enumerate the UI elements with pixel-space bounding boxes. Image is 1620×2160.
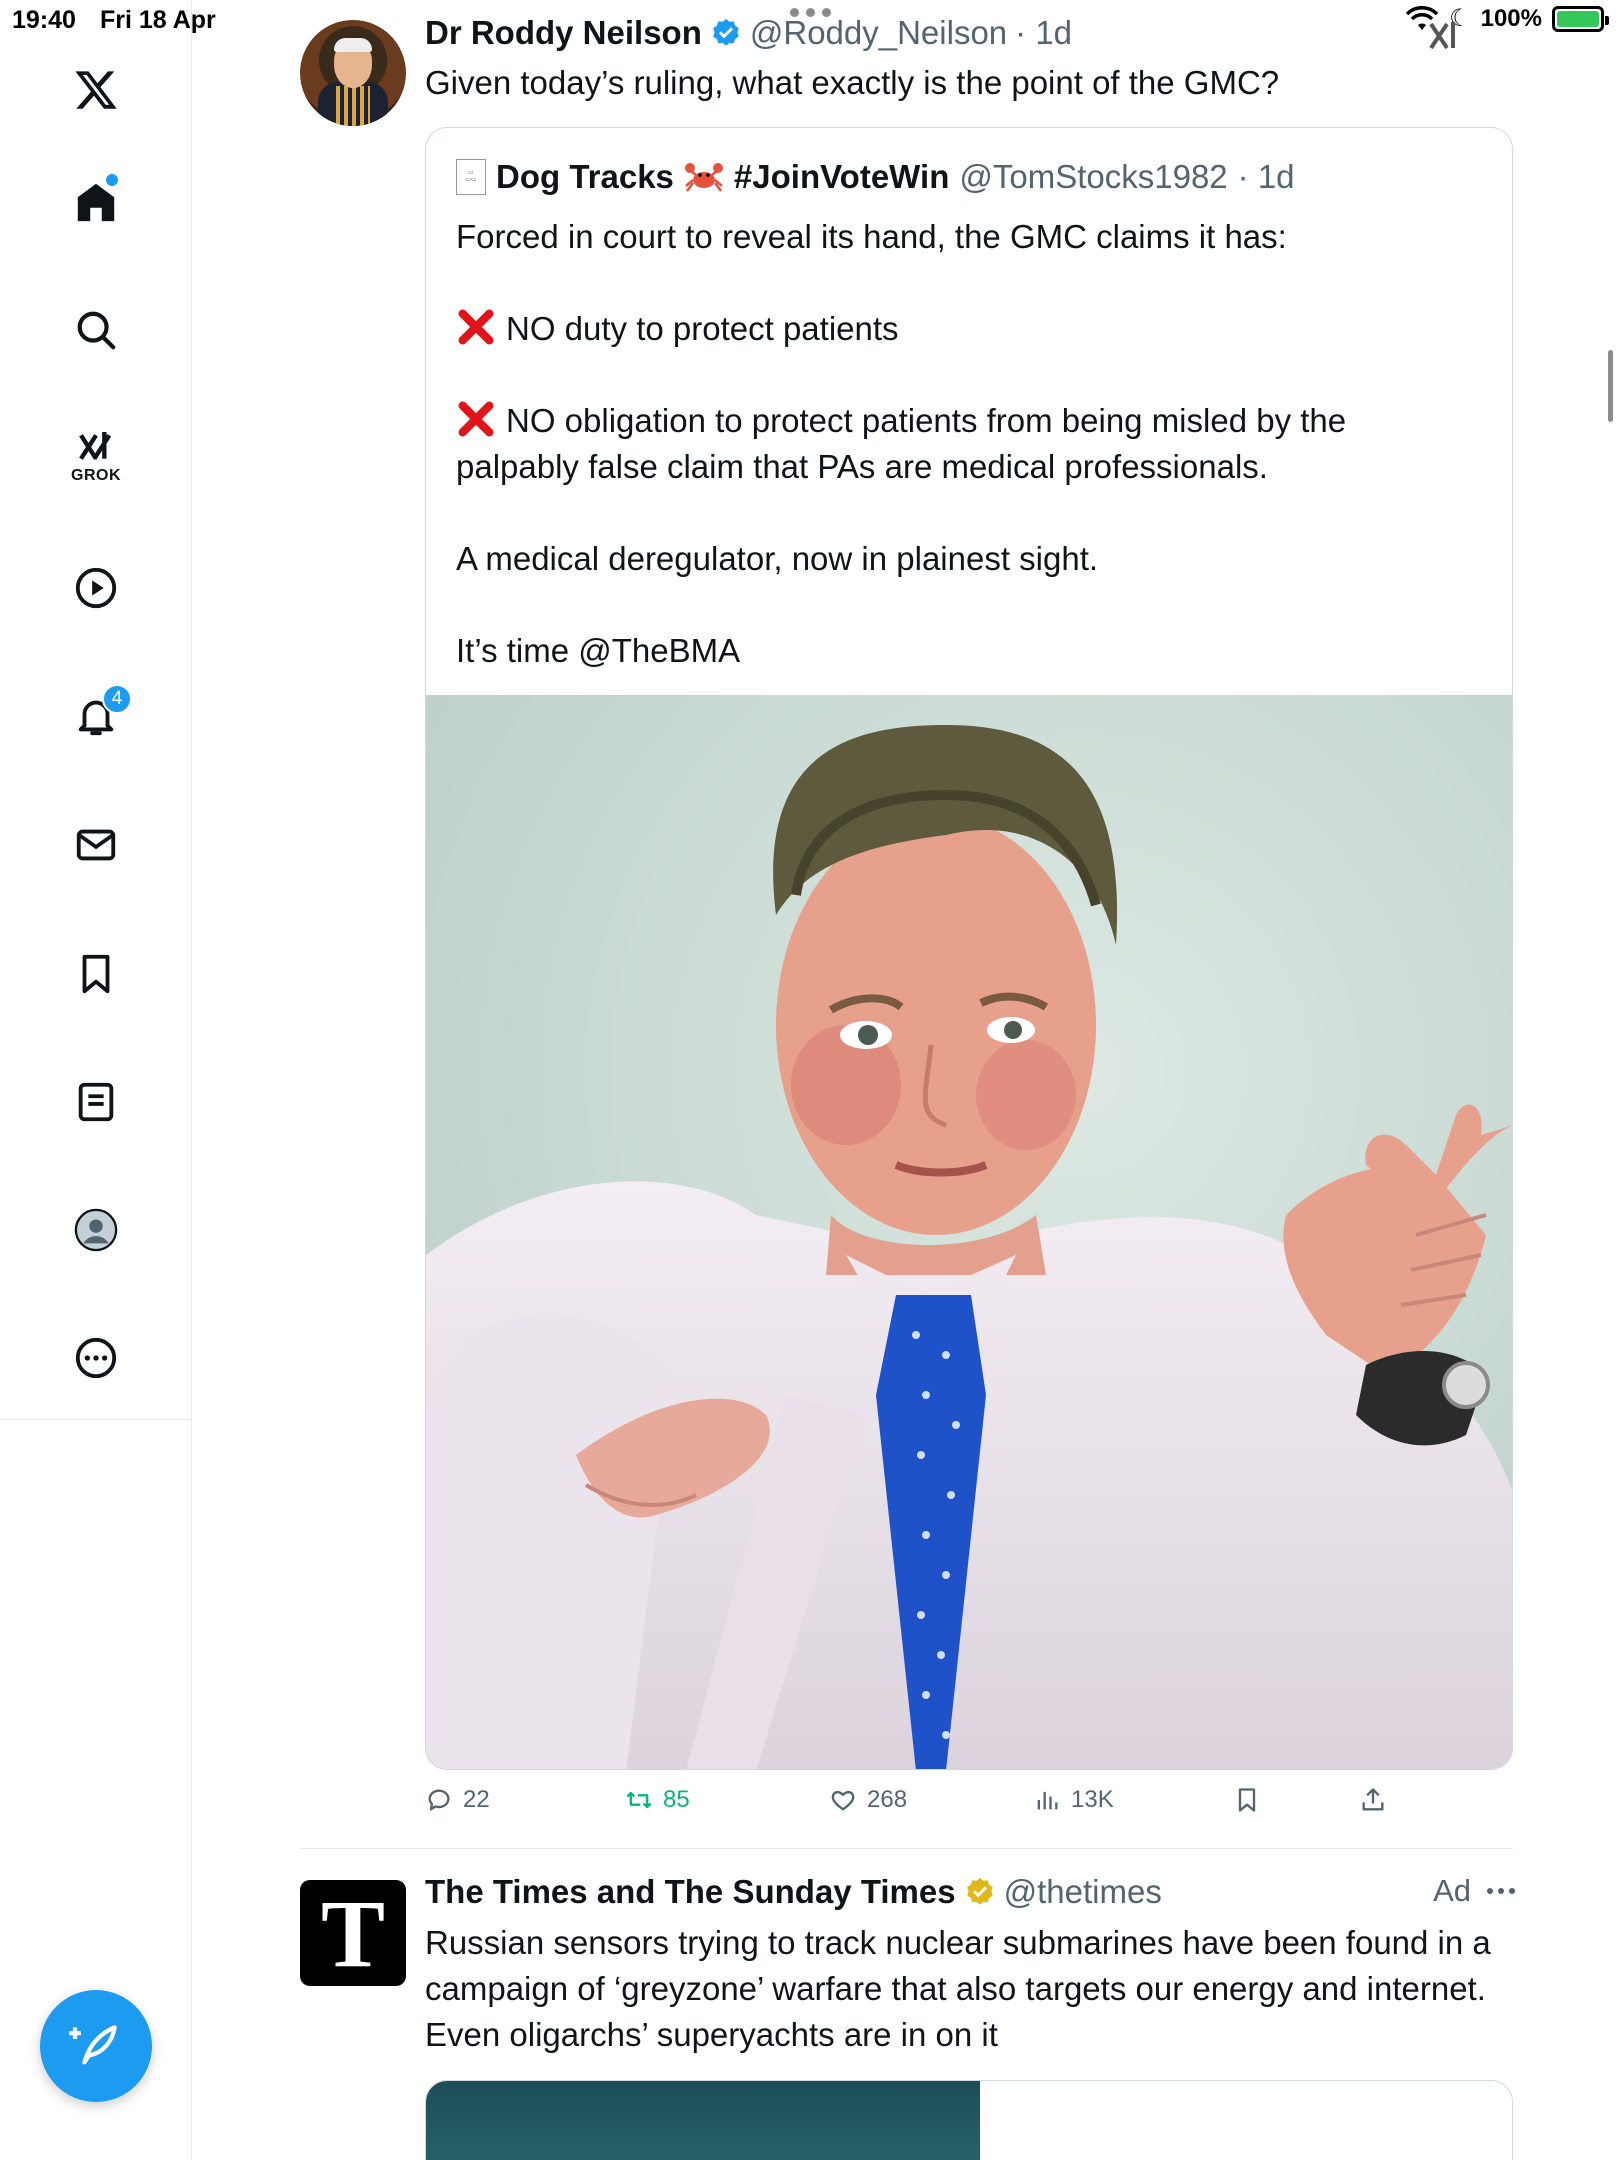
retweet-icon xyxy=(626,1791,652,1809)
x-logo-icon[interactable] xyxy=(56,50,136,130)
heart-icon xyxy=(831,1791,855,1811)
notification-badge: 4 xyxy=(102,684,132,714)
ad-label-area: Ad xyxy=(1433,1873,1515,1909)
quoted-tweet[interactable]: ▭ ▭▭ Dog Tracks #JoinVoteWin @TomStocks19… xyxy=(425,127,1513,1770)
battery-icon xyxy=(1552,5,1609,32)
quote-line-2-text: NO duty to protect patients xyxy=(506,310,899,347)
share-icon xyxy=(1362,1788,1384,1811)
red-x-icon xyxy=(458,401,494,437)
quote-time[interactable]: · 1d xyxy=(1238,158,1295,196)
ad-author-handle[interactable]: @thetimes xyxy=(1004,1873,1162,1911)
sidebar-item-messages[interactable] xyxy=(56,805,136,885)
search-icon xyxy=(77,311,116,350)
quote-author-name[interactable]: Dog Tracks xyxy=(496,158,674,196)
sidebar-item-bookmarks[interactable] xyxy=(56,934,136,1014)
tweet-time[interactable]: · 1d xyxy=(1015,14,1072,52)
sidebar-item-profile[interactable] xyxy=(56,1190,136,1270)
envelope-icon xyxy=(76,829,116,861)
times-avatar[interactable]: T xyxy=(300,1880,406,1987)
battery-percent: 100% xyxy=(1480,4,1542,32)
share-button[interactable] xyxy=(1359,1786,1387,1814)
tweet-actions: 22 85 268 13K xyxy=(425,1786,1425,1826)
ad-label: Ad xyxy=(1433,1873,1471,1908)
quote-author-handle[interactable]: @TomStocks1982 xyxy=(959,158,1227,196)
compose-button[interactable] xyxy=(40,1990,152,2102)
quote-line-2: NO duty to protect patients xyxy=(456,306,1476,352)
sidebar-item-home[interactable] xyxy=(56,162,136,242)
quote-photo[interactable] xyxy=(426,695,1512,1769)
retweet-button[interactable]: 85 xyxy=(625,1786,690,1814)
ad-tweet-text: Russian sensors trying to track nuclear … xyxy=(425,1924,1491,2053)
sidebar-item-grok[interactable]: GROK xyxy=(56,416,136,496)
quote-line-4: A medical deregulator, now in plainest s… xyxy=(456,540,1099,577)
grok-label: GROK xyxy=(71,467,121,484)
sidebar-item-video[interactable] xyxy=(56,548,136,628)
like-count: 268 xyxy=(867,1786,908,1813)
compose-feather-icon xyxy=(69,2025,117,2065)
list-icon xyxy=(78,1082,114,1122)
reply-button[interactable]: 22 xyxy=(425,1786,490,1814)
sidebar-border xyxy=(191,1420,192,2160)
gold-verified-badge-icon[interactable] xyxy=(964,1876,996,1908)
grok-icon xyxy=(79,432,112,460)
quote-hashtag[interactable]: #JoinVoteWin xyxy=(734,158,949,196)
tweet-text: Given today’s ruling, what exactly is th… xyxy=(425,64,1280,101)
bookmark-button[interactable] xyxy=(1233,1786,1261,1814)
ad-tweet-header: The Times and The Sunday Times @thetimes xyxy=(425,1873,1162,1911)
views-chart-icon xyxy=(1037,1791,1058,1810)
sidebar-item-search[interactable] xyxy=(56,290,136,370)
ad-media[interactable] xyxy=(425,2080,1513,2160)
bookmark-icon xyxy=(1238,1788,1256,1812)
reply-count: 22 xyxy=(463,1786,490,1813)
grok-top-icon[interactable] xyxy=(1425,18,1465,59)
verified-badge-icon[interactable] xyxy=(710,17,742,49)
quote-text: Forced in court to reveal its hand, the … xyxy=(456,214,1476,674)
x-logo-icon xyxy=(75,71,117,109)
home-unread-dot xyxy=(106,174,118,186)
quote-line-5: It’s time @TheBMA xyxy=(456,632,741,669)
sidebar-item-lists[interactable] xyxy=(56,1062,136,1142)
views-button[interactable]: 13K xyxy=(1033,1786,1114,1814)
scrollbar[interactable] xyxy=(1608,350,1613,422)
tweet-header: Dr Roddy Neilson @Roddy_Neilson · 1d xyxy=(425,14,1072,52)
retweet-count: 85 xyxy=(663,1786,690,1813)
bookmark-icon xyxy=(82,954,110,994)
red-x-icon xyxy=(458,309,494,345)
views-count: 13K xyxy=(1071,1786,1114,1813)
man-shrugging-photo xyxy=(426,695,1512,1769)
tweet-divider xyxy=(300,1848,1513,1849)
more-options-icon[interactable] xyxy=(1487,1888,1515,1894)
author-avatar[interactable] xyxy=(300,20,406,126)
author-handle[interactable]: @Roddy_Neilson xyxy=(750,14,1007,52)
like-button[interactable]: 268 xyxy=(829,1786,907,1814)
author-name[interactable]: Dr Roddy Neilson xyxy=(425,14,702,52)
reply-icon xyxy=(428,1789,450,1811)
sidebar-item-more[interactable] xyxy=(56,1318,136,1398)
gmc-logo-icon: ▭ ▭▭ xyxy=(456,159,486,195)
ad-media-image xyxy=(426,2081,980,2160)
ad-author-name[interactable]: The Times and The Sunday Times xyxy=(425,1873,956,1911)
quote-line-3-text: NO obligation to protect patients from b… xyxy=(456,402,1347,485)
play-circle-icon xyxy=(75,567,117,609)
quote-header: ▭ ▭▭ Dog Tracks #JoinVoteWin @TomStocks19… xyxy=(456,158,1295,196)
crab-emoji-icon xyxy=(684,163,723,192)
sidebar: GROK 4 xyxy=(0,0,192,1420)
quote-line-3: NO obligation to protect patients from b… xyxy=(456,398,1476,490)
profile-avatar-icon xyxy=(74,1208,118,1252)
more-circle-icon xyxy=(75,1337,117,1379)
sidebar-item-notifications[interactable]: 4 xyxy=(56,676,136,756)
quote-line-1: Forced in court to reveal its hand, the … xyxy=(456,218,1287,255)
